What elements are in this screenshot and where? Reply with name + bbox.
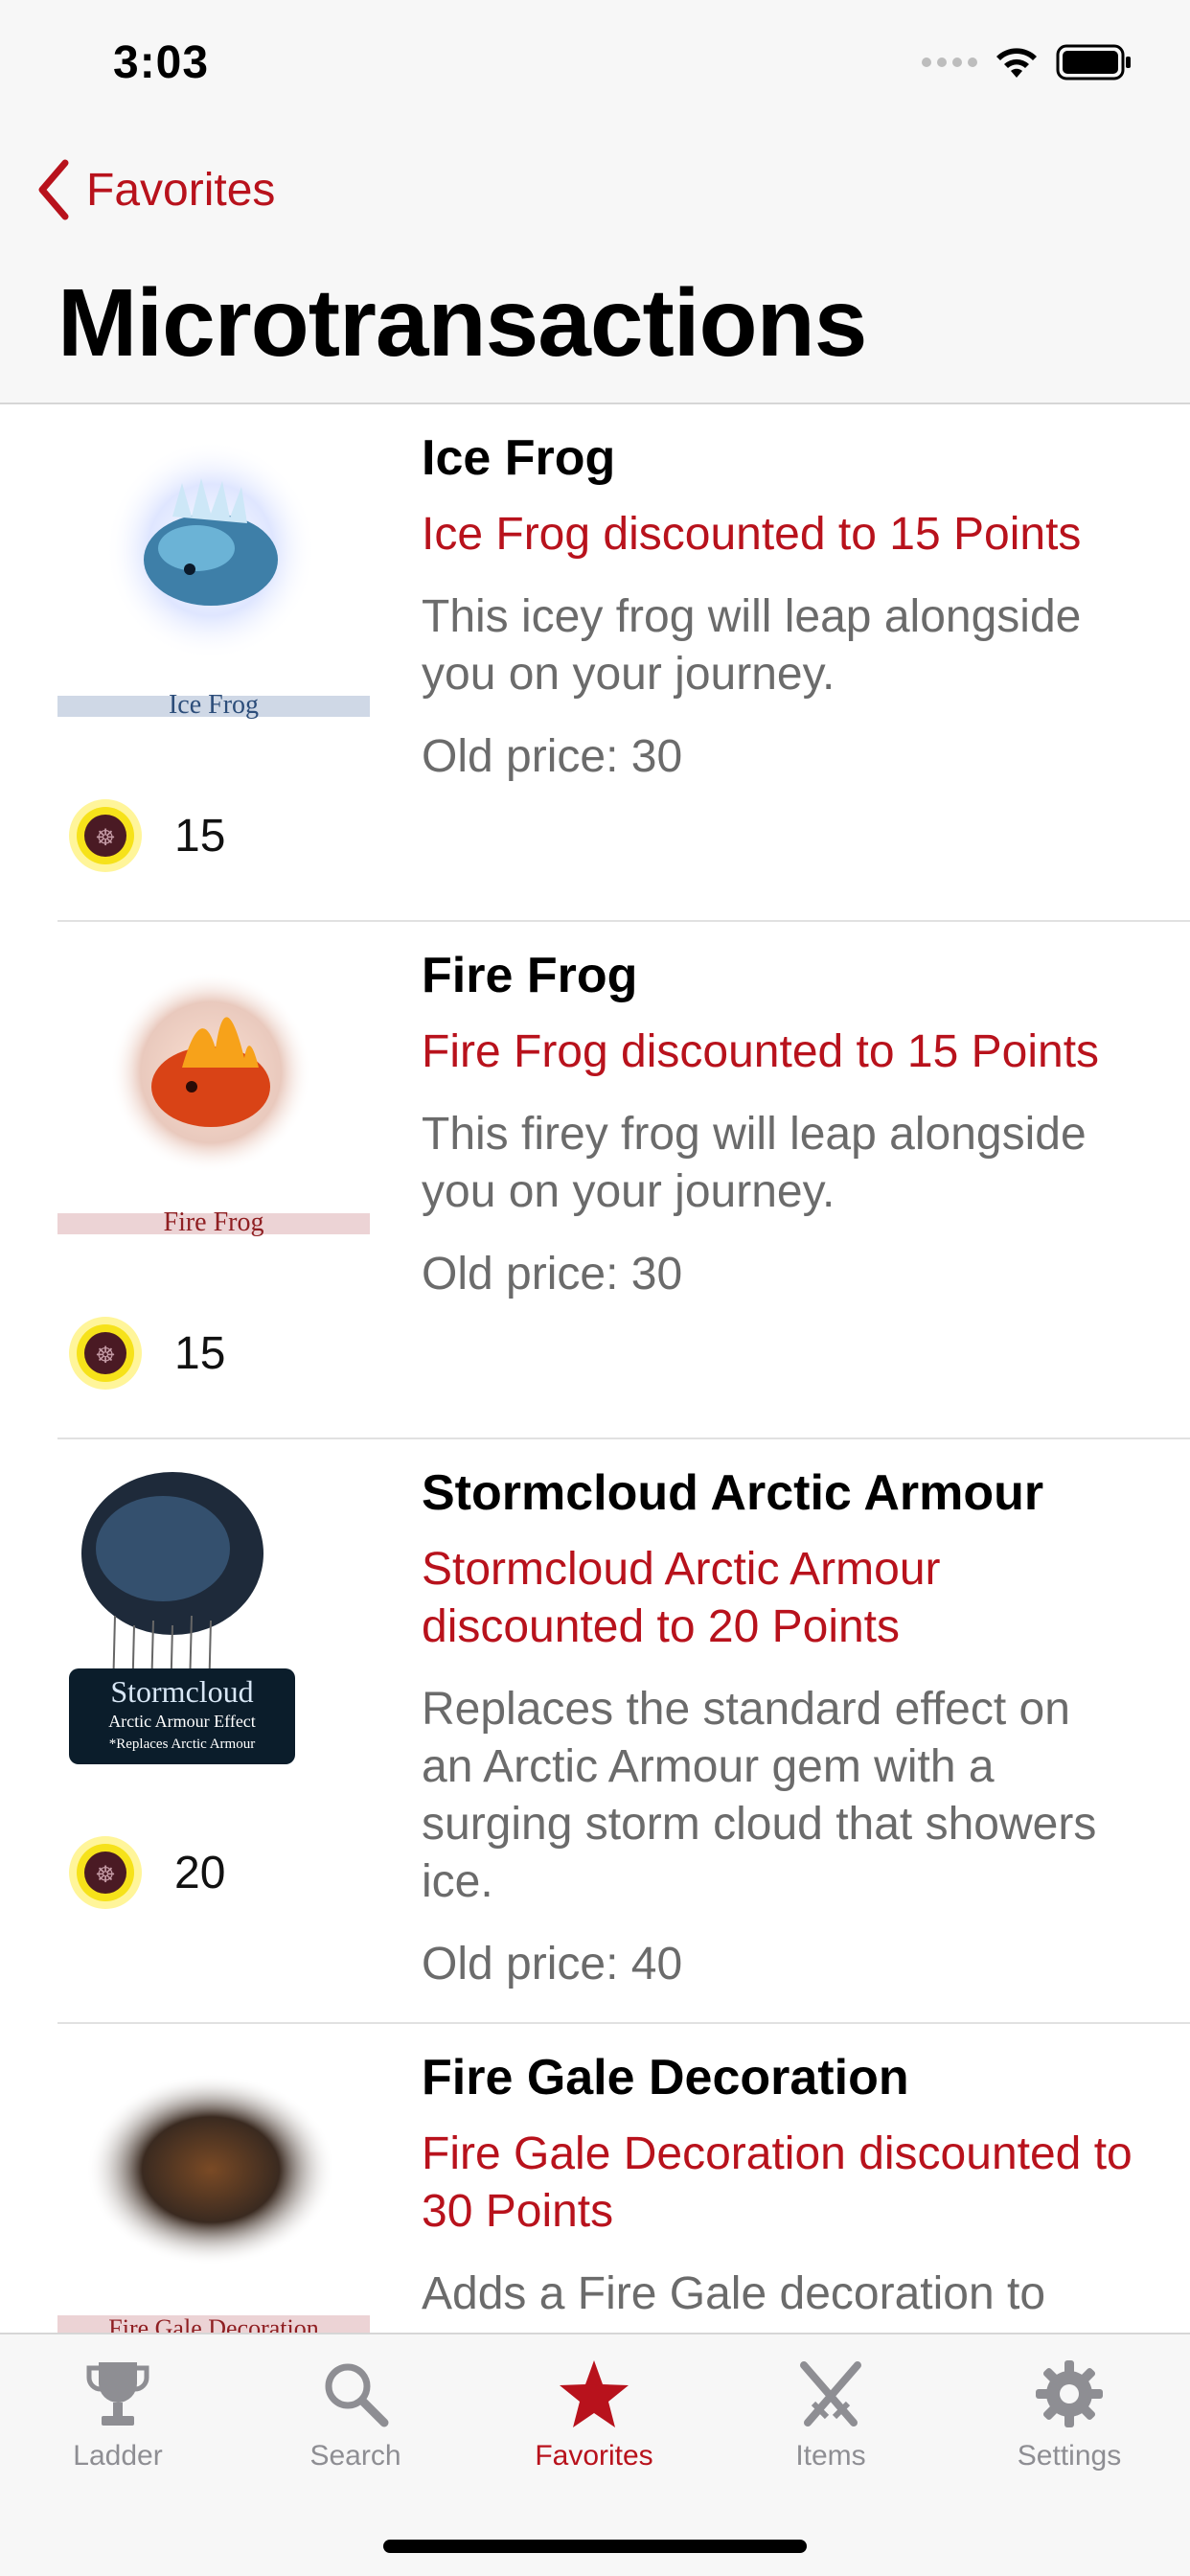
item-description: This firey frog will leap alongside you …	[422, 1109, 1087, 1217]
tab-favorites[interactable]: Favorites	[498, 2356, 690, 2472]
tab-bar: Ladder Search Favorites Items Settings	[0, 2333, 1190, 2576]
coin-icon: ☸	[69, 1317, 142, 1390]
tab-items-label: Items	[795, 2440, 866, 2472]
item-content: Ice Frog Ice Frog discounted to 15 Point…	[422, 404, 1190, 824]
tab-search[interactable]: Search	[260, 2356, 451, 2472]
item-image-note: *Replaces Arctic Armour	[109, 1736, 255, 1752]
chevron-left-icon	[38, 159, 69, 220]
tab-ladder-label: Ladder	[73, 2440, 163, 2472]
tab-items[interactable]: Items	[735, 2356, 927, 2472]
old-price: Old price: 30	[422, 1249, 683, 1300]
list-item[interactable]: Fire Gale Decoration Fire Gale Decoratio…	[57, 2024, 1190, 2334]
star-icon	[560, 2360, 629, 2427]
price-value: 20	[174, 1847, 226, 1898]
item-description: Replaces the standard effect on an Arcti…	[422, 1684, 1097, 1907]
status-icons	[922, 44, 1133, 80]
old-price: Old price: 30	[422, 731, 683, 782]
coin-icon: ☸	[69, 1836, 142, 1909]
cellular-signal-icon	[922, 58, 977, 67]
price: ☸ 15	[67, 1315, 225, 1392]
tab-favorites-label: Favorites	[535, 2440, 653, 2472]
price: ☸ 20	[67, 1834, 225, 1911]
battery-icon	[1056, 44, 1131, 80]
home-indicator[interactable]	[383, 2540, 807, 2553]
item-title: Ice Frog	[422, 430, 616, 486]
discount-text: Fire Gale Decoration discounted to 30 Po…	[422, 2128, 1133, 2237]
status-time: 3:03	[113, 37, 210, 88]
trophy-icon	[86, 2362, 149, 2426]
item-image: Fire Frog	[57, 943, 370, 1250]
item-image-sublabel: Arctic Armour Effect	[108, 1712, 256, 1731]
search-icon	[325, 2363, 389, 2427]
discount-text: Ice Frog discounted to 15 Points	[422, 509, 1082, 560]
back-label: Favorites	[86, 164, 276, 216]
item-description: This icey frog will leap alongside you o…	[422, 591, 1082, 700]
item-image-label: Fire Frog	[164, 1208, 264, 1237]
back-button[interactable]: Favorites	[34, 159, 275, 220]
price-value: 15	[174, 810, 226, 862]
tab-settings-label: Settings	[1017, 2440, 1122, 2472]
item-title: Fire Frog	[422, 948, 638, 1003]
price-value: 15	[174, 1327, 226, 1379]
item-image: Stormcloud Arctic Armour Effect *Replace…	[57, 1462, 370, 1769]
list-item[interactable]: Ice Frog ☸ 15 Ice Frog Ice Frog discount…	[57, 404, 1190, 922]
status-bar: 3:03	[0, 0, 1190, 134]
tab-search-label: Search	[309, 2440, 401, 2472]
discount-text: Fire Frog discounted to 15 Points	[422, 1026, 1100, 1077]
page-title: Microtransactions	[57, 269, 867, 377]
item-image-label: Stormcloud	[110, 1674, 253, 1709]
wifi-icon	[996, 48, 1037, 78]
item-title: Stormcloud Arctic Armour	[422, 1465, 1044, 1521]
item-content: Stormcloud Arctic Armour Stormcloud Arct…	[422, 1439, 1190, 2032]
svg-text:☸: ☸	[95, 824, 116, 851]
old-price: Old price: 40	[422, 1939, 683, 1990]
navigation-bar: Favorites Microtransactions	[0, 134, 1190, 404]
item-content: Fire Gale Decoration Fire Gale Decoratio…	[422, 2024, 1190, 2334]
item-description: Adds a Fire Gale decoration to your hide…	[422, 2268, 1046, 2334]
tab-ladder[interactable]: Ladder	[22, 2356, 214, 2472]
microtransaction-list: Ice Frog ☸ 15 Ice Frog Ice Frog discount…	[0, 404, 1190, 2334]
gear-icon	[1036, 2360, 1103, 2427]
tab-settings[interactable]: Settings	[973, 2356, 1165, 2472]
svg-text:☸: ☸	[95, 1342, 116, 1368]
item-image: Ice Frog	[57, 426, 370, 732]
item-content: Fire Frog Fire Frog discounted to 15 Poi…	[422, 922, 1190, 1342]
list-item[interactable]: Fire Frog ☸ 15 Fire Frog Fire Frog disco…	[57, 922, 1190, 1439]
item-title: Fire Gale Decoration	[422, 2050, 909, 2105]
discount-text: Stormcloud Arctic Armour discounted to 2…	[422, 1544, 941, 1652]
item-image-label: Fire Gale Decoration	[108, 2314, 318, 2334]
coin-icon: ☸	[69, 799, 142, 872]
list-item[interactable]: Stormcloud Arctic Armour Effect *Replace…	[57, 1439, 1190, 2024]
crossed-swords-icon	[800, 2361, 861, 2426]
item-image: Fire Gale Decoration	[57, 2045, 370, 2334]
price: ☸ 15	[67, 797, 225, 874]
svg-text:☸: ☸	[95, 1861, 116, 1888]
item-image-label: Ice Frog	[169, 690, 259, 720]
